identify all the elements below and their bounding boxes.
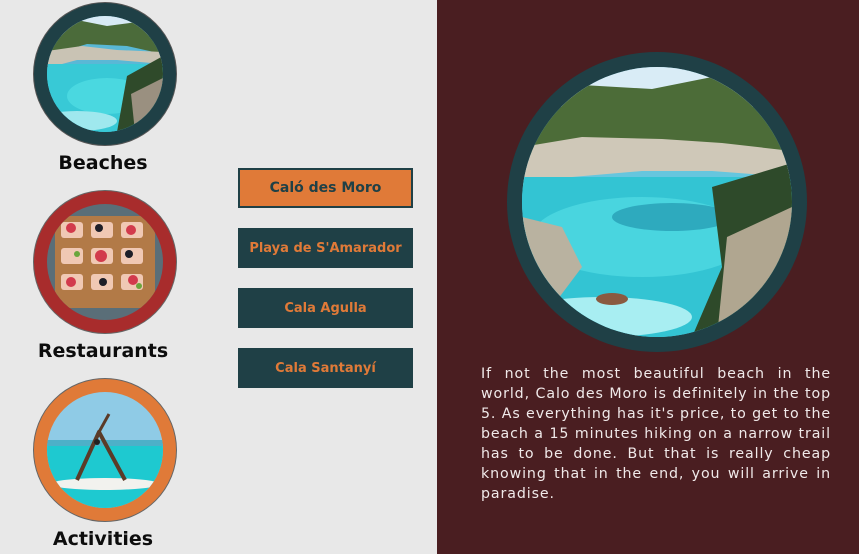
category-restaurants[interactable]: Restaurants [33,190,177,362]
category-label: Restaurants [37,340,169,362]
beach-button-cala-agulla[interactable]: Cala Agulla [238,288,413,328]
yoga-photo-icon [47,392,163,508]
category-panel: Beaches Restaurants Activities Caló des … [0,0,437,554]
beaches-image-ring[interactable] [33,2,177,146]
beach-button-cala-santanyi[interactable]: Cala Santanyí [238,348,413,388]
beach-description: If not the most beautiful beach in the w… [481,366,831,502]
category-activities[interactable]: Activities [33,378,177,550]
beach-button-calo-des-moro[interactable]: Caló des Moro [238,168,413,208]
food-photo-icon [47,204,163,320]
beach-photo-icon [47,16,163,132]
restaurants-image-ring[interactable] [33,190,177,334]
beach-photo-icon [522,67,792,337]
category-label: Beaches [58,152,148,174]
activities-image-ring[interactable] [33,378,177,522]
category-label: Activities [52,528,154,550]
beach-button-playa-de-samarador[interactable]: Playa de S'Amarador [238,228,413,268]
category-beaches[interactable]: Beaches [33,2,177,174]
detail-image-ring [507,52,807,352]
